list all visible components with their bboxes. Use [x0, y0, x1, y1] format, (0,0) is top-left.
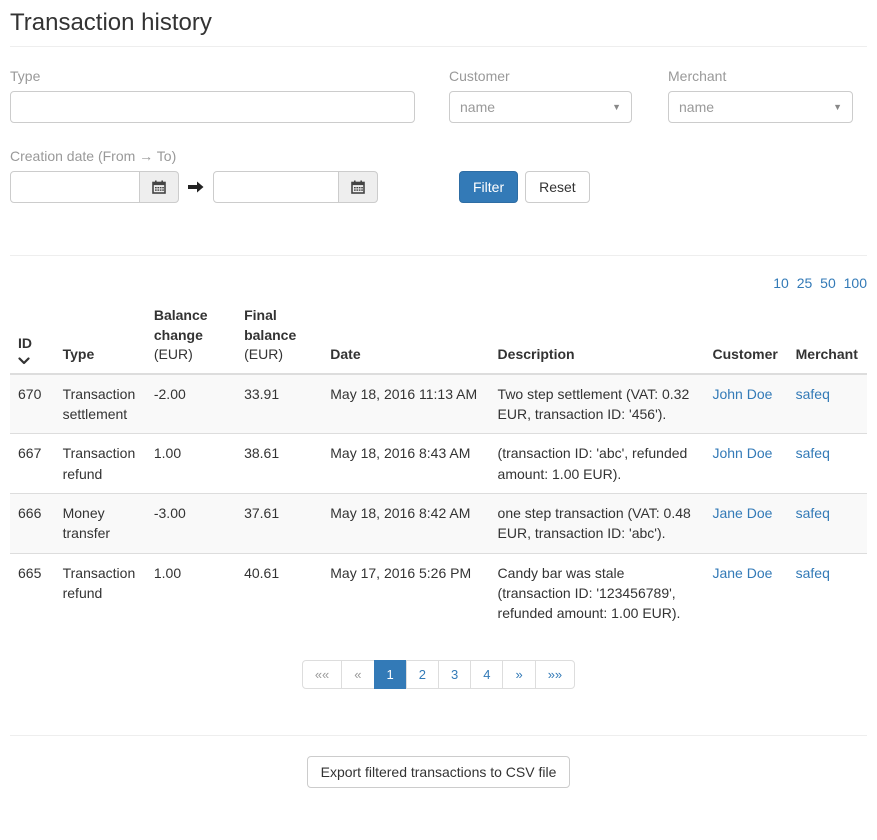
merchant-select[interactable]: name ▼: [668, 91, 853, 123]
pagination-next[interactable]: »: [502, 660, 535, 689]
merchant-label: Merchant: [668, 68, 853, 84]
customer-link[interactable]: Jane Doe: [712, 565, 772, 581]
page-size-25[interactable]: 25: [797, 275, 813, 291]
cell-final-balance: 40.61: [236, 553, 322, 632]
page-size-100[interactable]: 100: [844, 275, 867, 291]
filter-row-2: Creation date (From → To): [10, 148, 867, 203]
merchant-link[interactable]: safeq: [796, 445, 830, 461]
cell-id: 665: [10, 553, 55, 632]
cell-date: May 18, 2016 8:43 AM: [322, 434, 489, 494]
cell-description: one step transaction (VAT: 0.48 EUR, tra…: [490, 493, 705, 553]
date-to-input[interactable]: [213, 171, 339, 203]
cell-id: 666: [10, 493, 55, 553]
date-from-calendar-button[interactable]: [139, 171, 179, 203]
date-from-input[interactable]: [10, 171, 140, 203]
column-header-customer[interactable]: Customer: [704, 298, 787, 374]
pagination-page-1[interactable]: 1: [374, 660, 407, 689]
section-divider: [10, 255, 867, 256]
pagination-first: ««: [302, 660, 342, 689]
cell-description: (transaction ID: 'abc', refunded amount:…: [490, 434, 705, 494]
creation-date-filter-group: Creation date (From → To): [10, 148, 449, 203]
arrow-right-icon: [188, 181, 204, 193]
date-range-inputs: [10, 171, 449, 203]
merchant-link[interactable]: safeq: [796, 565, 830, 581]
customer-select[interactable]: name ▼: [449, 91, 632, 123]
chevron-down-icon: ▼: [612, 103, 621, 112]
sort-desc-icon: [18, 357, 30, 365]
pagination-page-3[interactable]: 3: [438, 660, 471, 689]
pagination-prev: «: [341, 660, 374, 689]
export-section: Export filtered transactions to CSV file: [10, 756, 867, 788]
column-header-merchant[interactable]: Merchant: [788, 298, 867, 374]
customer-link[interactable]: John Doe: [712, 386, 772, 402]
cell-type: Money transfer: [55, 493, 146, 553]
cell-balance-change: -3.00: [146, 493, 236, 553]
cell-description: Two step settlement (VAT: 0.32 EUR, tran…: [490, 374, 705, 434]
table-row: 665 Transaction refund 1.00 40.61 May 17…: [10, 553, 867, 632]
customer-filter-group: Customer name ▼: [449, 68, 632, 123]
cell-final-balance: 33.91: [236, 374, 322, 434]
table-row: 670 Transaction settlement -2.00 33.91 M…: [10, 374, 867, 434]
column-header-final-balance[interactable]: Final balance (EUR): [236, 298, 322, 374]
cell-balance-change: 1.00: [146, 553, 236, 632]
cell-final-balance: 37.61: [236, 493, 322, 553]
column-header-description[interactable]: Description: [490, 298, 705, 374]
transaction-history-page: Transaction history Type Customer name ▼…: [0, 9, 877, 788]
merchant-select-value: name: [679, 99, 714, 115]
merchant-link[interactable]: safeq: [796, 505, 830, 521]
page-size-50[interactable]: 50: [820, 275, 836, 291]
calendar-icon: [351, 180, 365, 194]
page-size-selector: 10 25 50 100: [10, 275, 867, 291]
cell-final-balance: 38.61: [236, 434, 322, 494]
page-size-10[interactable]: 10: [773, 275, 789, 291]
customer-select-value: name: [460, 99, 495, 115]
chevron-down-icon: ▼: [833, 103, 842, 112]
cell-date: May 18, 2016 11:13 AM: [322, 374, 489, 434]
calendar-icon: [152, 180, 166, 194]
column-header-type[interactable]: Type: [55, 298, 146, 374]
column-header-date[interactable]: Date: [322, 298, 489, 374]
customer-label: Customer: [449, 68, 632, 84]
type-label: Type: [10, 68, 415, 84]
cell-date: May 17, 2016 5:26 PM: [322, 553, 489, 632]
merchant-link[interactable]: safeq: [796, 386, 830, 402]
export-section-divider: [10, 735, 867, 736]
table-header-row: ID Type Balance change (EUR) Final balan…: [10, 298, 867, 374]
type-filter-group: Type: [10, 68, 415, 123]
creation-date-label: Creation date (From → To): [10, 148, 449, 164]
customer-link[interactable]: John Doe: [712, 445, 772, 461]
cell-id: 667: [10, 434, 55, 494]
cell-type: Transaction refund: [55, 553, 146, 632]
merchant-filter-group: Merchant name ▼: [668, 68, 853, 123]
cell-id: 670: [10, 374, 55, 434]
type-input[interactable]: [10, 91, 415, 123]
customer-link[interactable]: Jane Doe: [712, 505, 772, 521]
pagination-page-4[interactable]: 4: [470, 660, 503, 689]
page-title: Transaction history: [10, 9, 867, 47]
column-header-id[interactable]: ID: [10, 298, 55, 374]
date-to-calendar-button[interactable]: [338, 171, 378, 203]
export-csv-button[interactable]: Export filtered transactions to CSV file: [307, 756, 571, 788]
pagination-last[interactable]: »»: [535, 660, 575, 689]
cell-balance-change: 1.00: [146, 434, 236, 494]
filter-row-1: Type Customer name ▼ Merchant name ▼: [10, 68, 867, 123]
filter-button[interactable]: Filter: [459, 171, 518, 203]
cell-type: Transaction settlement: [55, 374, 146, 434]
cell-date: May 18, 2016 8:42 AM: [322, 493, 489, 553]
pagination: «« « 1 2 3 4 » »»: [10, 660, 867, 689]
transactions-table: ID Type Balance change (EUR) Final balan…: [10, 298, 867, 632]
table-row: 667 Transaction refund 1.00 38.61 May 18…: [10, 434, 867, 494]
column-header-balance-change[interactable]: Balance change (EUR): [146, 298, 236, 374]
cell-description: Candy bar was stale (transaction ID: '12…: [490, 553, 705, 632]
pagination-page-2[interactable]: 2: [406, 660, 439, 689]
cell-type: Transaction refund: [55, 434, 146, 494]
filter-buttons: Filter Reset: [459, 171, 590, 203]
table-row: 666 Money transfer -3.00 37.61 May 18, 2…: [10, 493, 867, 553]
cell-balance-change: -2.00: [146, 374, 236, 434]
reset-button[interactable]: Reset: [525, 171, 590, 203]
